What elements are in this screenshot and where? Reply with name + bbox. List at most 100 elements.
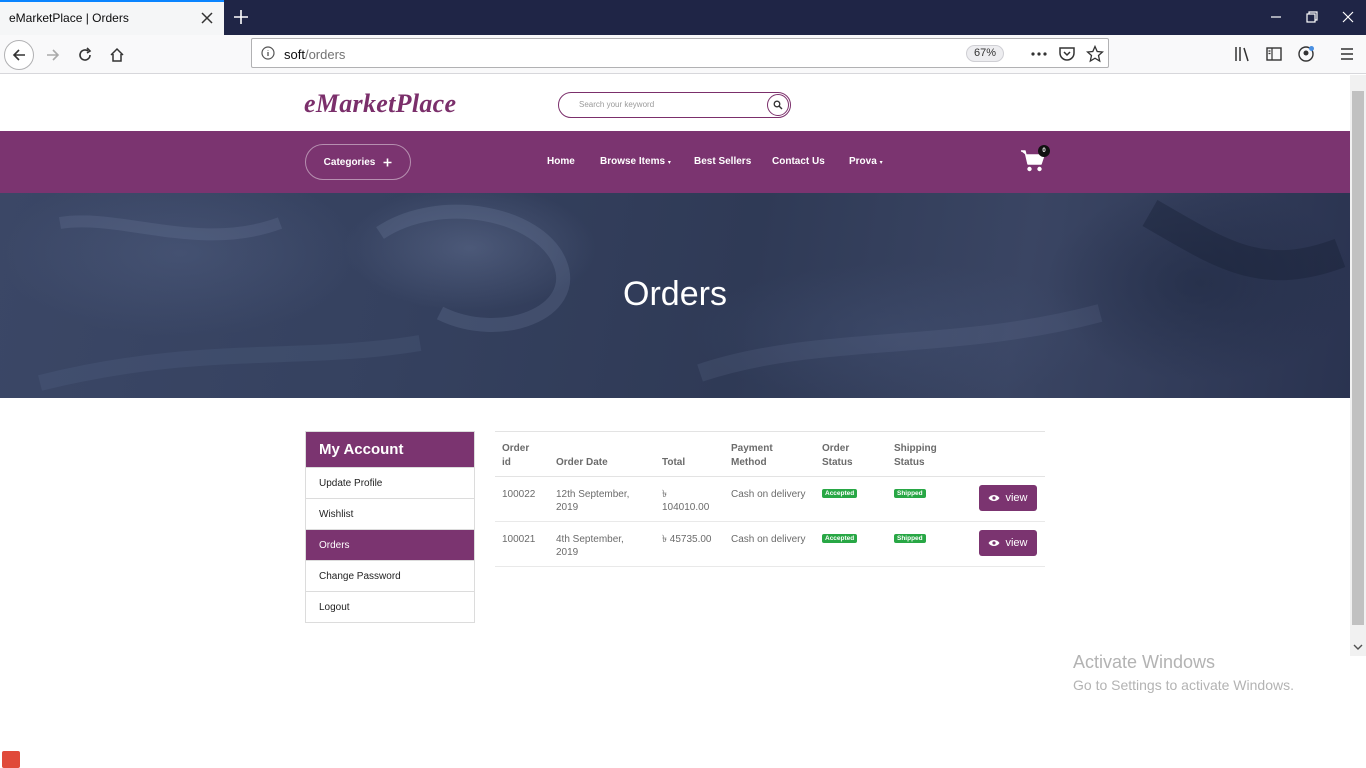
categories-button[interactable]: Categories bbox=[305, 144, 411, 180]
reload-button[interactable] bbox=[70, 40, 100, 70]
new-tab-icon[interactable] bbox=[231, 7, 251, 27]
minimize-icon[interactable] bbox=[1268, 9, 1284, 25]
order-id: 100022 bbox=[502, 489, 536, 500]
page-banner: Orders bbox=[0, 193, 1350, 398]
account-sidebar: My Account Update Profile Wishlist Order… bbox=[305, 431, 475, 623]
col-order-date: Order Date bbox=[556, 457, 608, 468]
order-date-line2: 2019 bbox=[556, 502, 579, 513]
home-button[interactable] bbox=[102, 40, 132, 70]
col-order-status-line1: Order bbox=[822, 443, 850, 454]
col-order-status: Order Status bbox=[822, 442, 853, 470]
col-shipping-line2: Status bbox=[894, 457, 925, 468]
order-total: ৳ 45735.00 bbox=[662, 534, 712, 545]
nav-user-menu[interactable]: Prova ▾ bbox=[849, 156, 883, 167]
menu-icon[interactable] bbox=[1338, 45, 1356, 63]
close-tab-icon[interactable] bbox=[199, 10, 215, 26]
shipping-status-badge: Shipped bbox=[894, 534, 926, 543]
sidebar-item-update-profile[interactable]: Update Profile bbox=[306, 467, 474, 498]
zoom-indicator[interactable]: 67% bbox=[966, 45, 1004, 62]
col-payment-line2: Method bbox=[731, 457, 767, 468]
account-icon[interactable] bbox=[1297, 45, 1315, 63]
sidebar-item-orders[interactable]: Orders bbox=[306, 529, 474, 560]
back-arrow-icon bbox=[12, 49, 25, 61]
taskbar-app-icon[interactable] bbox=[2, 751, 20, 768]
col-shipping-line1: Shipping bbox=[894, 443, 937, 454]
home-icon bbox=[110, 47, 124, 62]
info-icon[interactable] bbox=[261, 46, 275, 60]
url-path: /orders bbox=[304, 47, 346, 62]
nav-browse-items-label: Browse Items bbox=[600, 156, 666, 167]
order-status-badge: Accepted bbox=[822, 534, 858, 543]
close-window-icon[interactable] bbox=[1340, 9, 1356, 25]
view-order-button[interactable]: view bbox=[979, 530, 1037, 556]
search-box[interactable]: Search your keyword bbox=[558, 92, 791, 118]
scroll-down-icon[interactable] bbox=[1353, 643, 1363, 651]
view-order-label: view bbox=[1005, 492, 1028, 504]
pocket-icon[interactable] bbox=[1058, 45, 1076, 63]
order-date-line1: 4th September, bbox=[556, 534, 624, 545]
order-total-line1: ৳ bbox=[662, 489, 667, 500]
library-icon[interactable] bbox=[1233, 45, 1251, 63]
col-order-id: Order id bbox=[502, 442, 529, 470]
cart-count-badge: 0 bbox=[1038, 145, 1050, 157]
url-text: soft/orders bbox=[284, 47, 345, 62]
site-logo[interactable]: eMarketPlace bbox=[304, 89, 456, 119]
plus-icon bbox=[383, 158, 392, 166]
back-button[interactable] bbox=[4, 40, 34, 70]
browser-toolbar: soft/orders 67% bbox=[0, 35, 1366, 74]
view-order-button[interactable]: view bbox=[979, 485, 1037, 511]
nav-user-label: Prova bbox=[849, 156, 877, 167]
view-order-label: view bbox=[1005, 537, 1028, 549]
orders-table: Order id Order Date Total Payment Method O… bbox=[495, 431, 1045, 567]
sidebar-item-logout[interactable]: Logout bbox=[306, 591, 474, 622]
main-navigation: Categories Home Browse Items ▾ Best Sell… bbox=[0, 131, 1350, 193]
col-total: Total bbox=[662, 457, 686, 468]
page-scrollbar[interactable] bbox=[1350, 75, 1366, 656]
sidebar-item-wishlist[interactable]: Wishlist bbox=[306, 498, 474, 529]
page-title: Orders bbox=[623, 275, 727, 313]
order-date: 4th September, 2019 bbox=[556, 533, 624, 559]
col-payment-line1: Payment bbox=[731, 443, 773, 454]
order-date: 12th September, 2019 bbox=[556, 488, 629, 514]
url-host: soft bbox=[284, 47, 305, 62]
payment-method: Cash on delivery bbox=[731, 534, 806, 545]
col-payment-method: Payment Method bbox=[731, 442, 773, 470]
forward-arrow-icon bbox=[47, 49, 60, 61]
activate-windows-subtitle: Go to Settings to activate Windows. bbox=[1073, 677, 1294, 693]
caret-down-icon: ▾ bbox=[667, 160, 671, 166]
order-date-line2: 2019 bbox=[556, 547, 579, 558]
order-total: ৳ 104010.00 bbox=[662, 488, 709, 514]
table-row: 100022 12th September, 2019 ৳ 104010.00 Ca… bbox=[495, 477, 1045, 522]
order-id: 100021 bbox=[502, 534, 536, 545]
col-order-status-line2: Status bbox=[822, 457, 853, 468]
shipping-status-badge: Shipped bbox=[894, 489, 926, 498]
scrollbar-thumb[interactable] bbox=[1352, 91, 1364, 625]
browser-tab-bar: eMarketPlace | Orders bbox=[0, 0, 1366, 35]
payment-method: Cash on delivery bbox=[731, 489, 806, 500]
nav-home[interactable]: Home bbox=[547, 156, 575, 167]
sidebar-item-change-password[interactable]: Change Password bbox=[306, 560, 474, 591]
browser-tab[interactable]: eMarketPlace | Orders bbox=[0, 0, 224, 35]
nav-browse-items[interactable]: Browse Items ▾ bbox=[600, 156, 671, 167]
col-order-id-line2: id bbox=[502, 457, 511, 468]
eye-icon bbox=[988, 495, 1000, 501]
nav-best-sellers[interactable]: Best Sellers bbox=[694, 156, 751, 167]
web-page: eMarketPlace Search your keyword Categor… bbox=[0, 75, 1350, 768]
bookmark-star-icon[interactable] bbox=[1086, 45, 1104, 63]
more-actions-icon[interactable] bbox=[1030, 45, 1048, 63]
nav-contact-us[interactable]: Contact Us bbox=[772, 156, 825, 167]
account-title: My Account bbox=[306, 432, 474, 467]
order-date-line1: 12th September, bbox=[556, 489, 630, 500]
sidebar-icon[interactable] bbox=[1265, 45, 1283, 63]
search-input[interactable]: Search your keyword bbox=[579, 100, 654, 109]
restore-icon[interactable] bbox=[1304, 9, 1320, 25]
table-row: 100021 4th September, 2019 ৳ 45735.00 Cas… bbox=[495, 522, 1045, 567]
activate-windows-title: Activate Windows bbox=[1073, 652, 1216, 672]
forward-button[interactable] bbox=[38, 40, 68, 70]
order-status-badge: Accepted bbox=[822, 489, 858, 498]
tab-title: eMarketPlace | Orders bbox=[9, 11, 129, 25]
search-button[interactable] bbox=[767, 94, 789, 116]
table-header: Order id Order Date Total Payment Method O… bbox=[495, 432, 1045, 477]
address-bar[interactable]: soft/orders 67% bbox=[251, 38, 1109, 68]
col-order-id-line1: Order bbox=[502, 443, 530, 454]
